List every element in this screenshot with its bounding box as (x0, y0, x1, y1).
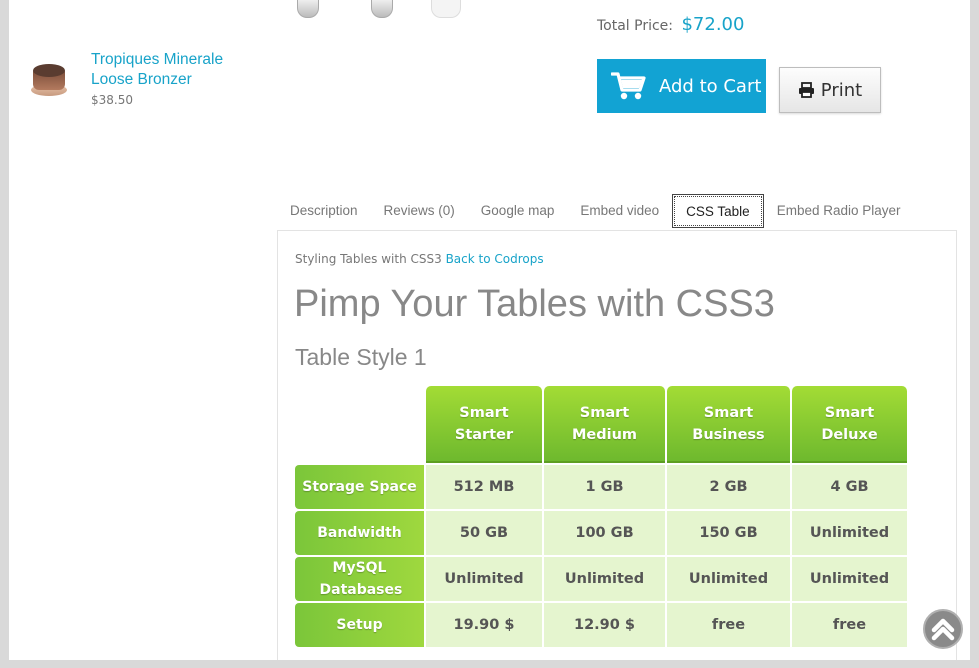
column-header: Smart Medium (544, 386, 665, 463)
table-cell: Unlimited (792, 511, 907, 555)
table-cell: Unlimited (544, 557, 665, 601)
tab-description[interactable]: Description (277, 194, 371, 228)
table-cell: 512 MB (426, 465, 542, 509)
row-header: Storage Space (295, 465, 424, 509)
column-header: Smart Deluxe (792, 386, 907, 463)
page-title: Pimp Your Tables with CSS3 (294, 283, 775, 325)
tab-panel: Styling Tables with CSS3 Back to Codrops… (277, 230, 957, 660)
table-cell: Unlimited (792, 557, 907, 601)
table-row: MySQL Databases Unlimited Unlimited Unli… (295, 557, 909, 601)
total-price: Total Price: $72.00 (597, 14, 744, 35)
table-cell: 150 GB (667, 511, 790, 555)
table-cell: 2 GB (667, 465, 790, 509)
product-tabs: Description Reviews (0) Google map Embed… (277, 194, 914, 230)
product-image-remnant (291, 0, 471, 20)
add-to-cart-label: Add to Cart (659, 75, 762, 97)
table-cell: 1 GB (544, 465, 665, 509)
table-cell: 12.90 $ (544, 603, 665, 647)
table-cell: free (667, 603, 790, 647)
row-header: MySQL Databases (295, 557, 424, 601)
table-cell: 100 GB (544, 511, 665, 555)
tab-css-table[interactable]: CSS Table (672, 194, 764, 228)
column-header: Smart Starter (426, 386, 542, 463)
tab-embed-radio-player[interactable]: Embed Radio Player (764, 194, 914, 228)
tab-google-map[interactable]: Google map (468, 194, 568, 228)
table-row: Setup 19.90 $ 12.90 $ free free (295, 603, 909, 647)
sidebar-product-title-line1[interactable]: Tropiques Minerale (91, 50, 223, 70)
table-cell: 4 GB (792, 465, 907, 509)
tab-reviews[interactable]: Reviews (0) (371, 194, 468, 228)
table-row: Storage Space 512 MB 1 GB 2 GB 4 GB (295, 465, 909, 509)
table-header-row: Smart Starter Smart Medium Smart Business S… (426, 386, 909, 463)
sidebar-product-price: $38.50 (91, 93, 133, 107)
total-price-value: $72.00 (681, 14, 745, 35)
total-price-label: Total Price: (597, 18, 674, 34)
sidebar-product-title-line2[interactable]: Loose Bronzer (91, 70, 223, 90)
printer-icon (798, 82, 814, 98)
scroll-to-top-button[interactable] (923, 609, 963, 649)
breadcrumb-text: Styling Tables with CSS3 (295, 252, 442, 266)
print-button[interactable]: Print (779, 67, 881, 113)
table-cell: 50 GB (426, 511, 542, 555)
cart-icon (611, 72, 646, 100)
row-header: Setup (295, 603, 424, 647)
product-thumbnail[interactable] (29, 64, 69, 100)
sidebar-product[interactable]: Tropiques Minerale Loose Bronzer $38.50 (29, 50, 239, 107)
page-content: Tropiques Minerale Loose Bronzer $38.50 … (9, 0, 970, 660)
table-cell: Unlimited (667, 557, 790, 601)
table-cell: 19.90 $ (426, 603, 542, 647)
print-label: Print (820, 79, 863, 101)
table-style-heading: Table Style 1 (295, 344, 427, 370)
scroll-top-icon (931, 618, 955, 641)
tab-embed-video[interactable]: Embed video (567, 194, 672, 228)
pricing-table: Smart Starter Smart Medium Smart Business S… (295, 386, 909, 647)
column-header: Smart Business (667, 386, 790, 463)
add-to-cart-button[interactable]: Add to Cart (597, 59, 766, 113)
row-header: Bandwidth (295, 511, 424, 555)
table-cell: Unlimited (426, 557, 542, 601)
table-cell: free (792, 603, 907, 647)
back-to-codrops-link[interactable]: Back to Codrops (446, 252, 544, 266)
table-row: Bandwidth 50 GB 100 GB 150 GB Unlimited (295, 511, 909, 555)
breadcrumb: Styling Tables with CSS3 Back to Codrops (295, 252, 544, 266)
